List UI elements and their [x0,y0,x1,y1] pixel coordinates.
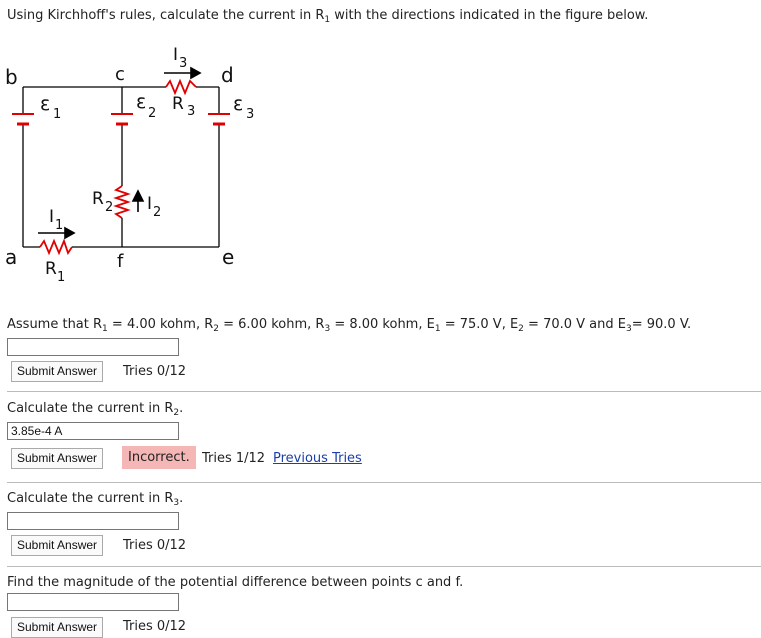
answer-input-r1-current[interactable] [7,338,179,356]
label-point-c: c [115,64,125,85]
circuit-diagram: b c d a f e ε 1 ε 2 ε 3 R 3 R 1 R 2 I 3 … [5,45,254,285]
given-text: = 75.0 V, E [440,317,519,332]
label-i3-sub: 3 [179,56,187,71]
resistor-r1 [39,238,73,256]
i2-arrow-head [131,189,145,202]
given-text: = 8.00 kohm, E [330,317,435,332]
question-prompt-potential: Find the magnitude of the potential diff… [7,575,464,590]
label-r1-sub: 1 [57,270,65,285]
i1-arrow-head [64,226,76,240]
divider [7,482,761,483]
label-i1: I [49,207,54,227]
tries-counter-q1: Tries 0/12 [123,364,187,379]
prompt-text: Calculate the current in R [7,491,174,506]
label-i2-sub: 2 [153,205,161,220]
label-emf2: ε [136,91,146,113]
label-i3: I [173,45,178,65]
given-sub: 2 [518,324,524,334]
given-text: = 70.0 V and E [523,317,626,332]
given-values: Assume that R1 = 4.00 kohm, R2 = 6.00 ko… [7,317,692,334]
tries-counter-q4: Tries 0/12 [123,619,187,634]
question-prompt-r3: Calculate the current in R3. [7,491,184,508]
previous-tries-link[interactable]: Previous Tries [273,451,362,466]
label-i1-sub: 1 [55,218,63,233]
label-r2-sub: 2 [105,200,113,215]
label-emf2-sub: 2 [148,106,156,121]
tries-counter-q3: Tries 0/12 [123,538,187,553]
divider [7,391,761,392]
submit-answer-button-q2[interactable]: Submit Answer [11,448,104,469]
divider [7,566,761,567]
prompt-sub: 2 [173,408,180,418]
i3-arrow-head [190,66,202,80]
given-sub: 3 [324,324,331,334]
label-r1: R [45,259,57,279]
intro-text: Using Kirchhoff's rules, calculate the c… [7,8,325,23]
given-sub: 3 [625,324,632,334]
prompt-text-after: . [179,491,184,506]
incorrect-badge: Incorrect. [122,446,196,469]
tries-counter-q2: Tries 1/12 [202,451,266,466]
label-emf3: ε [233,93,243,115]
label-point-d: d [221,63,234,87]
submit-answer-button-q4[interactable]: Submit Answer [11,617,104,638]
given-text: = 6.00 kohm, R [218,317,325,332]
problem-statement: Using Kirchhoff's rules, calculate the c… [7,8,649,25]
answer-input-potential[interactable] [7,593,179,611]
label-r3-sub: 3 [187,104,195,119]
submit-answer-button-q1[interactable]: Submit Answer [11,361,104,382]
submit-answer-button-q3[interactable]: Submit Answer [11,535,104,556]
intro-sub: 1 [324,15,331,25]
label-point-f: f [117,251,124,272]
given-sub: 1 [434,324,441,334]
question-prompt-r2: Calculate the current in R2. [7,401,184,418]
answer-input-r2-current[interactable] [7,422,179,440]
resistor-r3 [165,78,197,96]
prompt-sub: 3 [173,498,180,508]
label-r2: R [92,189,104,209]
label-r3: R [172,94,184,114]
given-sub: 2 [213,324,219,334]
given-text: = 90.0 V. [631,317,692,332]
label-point-b: b [5,65,18,89]
resistor-r2 [113,185,131,219]
intro-text-after: with the directions indicated in the fig… [330,8,649,23]
given-text: = 4.00 kohm, R [107,317,214,332]
label-i2: I [147,194,152,214]
prompt-text: Calculate the current in R [7,401,174,416]
label-point-a: a [5,245,17,269]
answer-input-r3-current[interactable] [7,512,179,530]
label-emf1-sub: 1 [53,107,61,122]
given-text: Assume that R [7,317,103,332]
prompt-text-after: . [179,401,184,416]
given-sub: 1 [102,324,108,334]
label-emf1: ε [40,93,50,115]
label-point-e: e [222,245,234,269]
label-emf3-sub: 3 [246,107,254,122]
